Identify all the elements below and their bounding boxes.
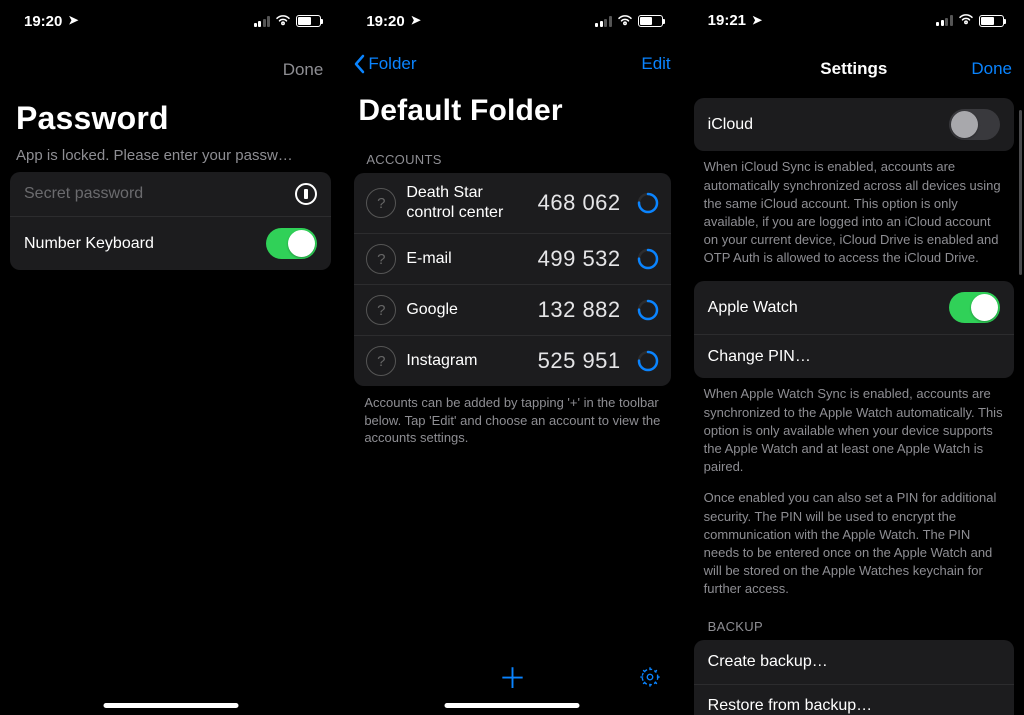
home-indicator[interactable] <box>445 703 580 708</box>
account-name: Death Star control center <box>406 183 527 223</box>
account-code: 525 951 <box>538 348 621 374</box>
cellular-icon <box>595 16 612 27</box>
cellular-icon <box>254 16 271 27</box>
back-label: Folder <box>368 54 416 74</box>
wifi-icon <box>958 12 974 29</box>
done-button[interactable]: Done <box>283 60 324 80</box>
icloud-switch[interactable] <box>949 109 1000 140</box>
back-button[interactable]: Folder <box>354 54 416 74</box>
account-row[interactable]: ? Death Star control center 468 062 <box>354 173 670 233</box>
nav-bar: Folder Edit <box>342 42 682 86</box>
account-name: Instagram <box>406 351 527 371</box>
nav-bar: Done <box>0 48 341 92</box>
restore-backup-cell[interactable]: Restore from backup… <box>694 684 1014 715</box>
page-title: Default Folder <box>342 86 682 132</box>
location-icon: ➤ <box>68 13 78 27</box>
lock-hint: App is locked. Please enter your passw… <box>0 141 341 172</box>
status-time: 19:21 <box>708 12 746 29</box>
number-keyboard-label: Number Keyboard <box>24 235 154 253</box>
account-name: E-mail <box>406 249 527 269</box>
backup-header: BACKUP <box>684 613 1024 640</box>
gear-icon <box>639 666 661 688</box>
scroll-indicator[interactable] <box>1019 110 1022 275</box>
change-pin-cell[interactable]: Change PIN… <box>694 334 1014 378</box>
status-time: 19:20 <box>24 13 62 30</box>
settings-button[interactable] <box>639 666 661 688</box>
apple-watch-description-1: When Apple Watch Sync is enabled, accoun… <box>684 378 1024 482</box>
status-bar: 19:21 ➤ <box>684 0 1024 41</box>
chevron-left-icon <box>354 54 366 74</box>
question-icon: ? <box>366 295 396 325</box>
cellular-icon <box>936 15 953 26</box>
accounts-header: ACCOUNTS <box>342 132 682 173</box>
account-code: 468 062 <box>538 190 621 216</box>
question-icon: ? <box>366 188 396 218</box>
account-row[interactable]: ? Google 132 882 <box>354 284 670 335</box>
location-icon: ➤ <box>752 13 762 27</box>
apple-watch-description-2: Once enabled you can also set a PIN for … <box>684 482 1024 612</box>
countdown-icon <box>637 248 659 270</box>
page-title: Password <box>0 92 341 141</box>
create-backup-cell[interactable]: Create backup… <box>694 640 1014 684</box>
battery-icon <box>638 15 663 27</box>
toolbar: ＋ <box>342 653 682 701</box>
password-input[interactable] <box>24 185 295 203</box>
home-indicator[interactable] <box>103 703 238 708</box>
edit-button[interactable]: Edit <box>641 54 670 74</box>
create-backup-label: Create backup… <box>708 653 828 671</box>
accounts-footer: Accounts can be added by tapping '+' in … <box>342 386 682 455</box>
apple-watch-label: Apple Watch <box>708 299 798 317</box>
password-input-cell[interactable] <box>10 172 331 216</box>
done-button[interactable]: Done <box>971 59 1012 79</box>
location-icon: ➤ <box>411 13 421 27</box>
icloud-description: When iCloud Sync is enabled, accounts ar… <box>684 151 1024 281</box>
status-bar: 19:20 ➤ <box>342 0 682 42</box>
add-button[interactable]: ＋ <box>498 657 526 697</box>
countdown-icon <box>637 350 659 372</box>
account-row[interactable]: ? Instagram 525 951 <box>354 335 670 386</box>
apple-watch-switch[interactable] <box>949 292 1000 323</box>
question-icon: ? <box>366 346 396 376</box>
account-row[interactable]: ? E-mail 499 532 <box>354 233 670 284</box>
icloud-cell[interactable]: iCloud <box>694 98 1014 151</box>
account-name: Google <box>406 300 527 320</box>
password-manager-icon[interactable] <box>295 183 317 205</box>
question-icon: ? <box>366 244 396 274</box>
countdown-icon <box>637 192 659 214</box>
restore-backup-label: Restore from backup… <box>708 697 873 715</box>
status-bar: 19:20 ➤ <box>0 0 341 42</box>
status-time: 19:20 <box>366 13 404 30</box>
battery-icon <box>296 15 321 27</box>
nav-bar: Settings Done <box>684 47 1024 90</box>
number-keyboard-switch[interactable] <box>266 228 317 259</box>
wifi-icon <box>617 13 633 30</box>
battery-icon <box>979 15 1004 27</box>
accounts-list: ? Death Star control center 468 062 ? E-… <box>354 173 670 386</box>
account-code: 132 882 <box>538 297 621 323</box>
wifi-icon <box>275 13 291 30</box>
change-pin-label: Change PIN… <box>708 348 811 366</box>
number-keyboard-cell[interactable]: Number Keyboard <box>10 216 331 270</box>
apple-watch-cell[interactable]: Apple Watch <box>694 281 1014 334</box>
account-code: 499 532 <box>538 246 621 272</box>
icloud-label: iCloud <box>708 116 753 134</box>
countdown-icon <box>637 299 659 321</box>
